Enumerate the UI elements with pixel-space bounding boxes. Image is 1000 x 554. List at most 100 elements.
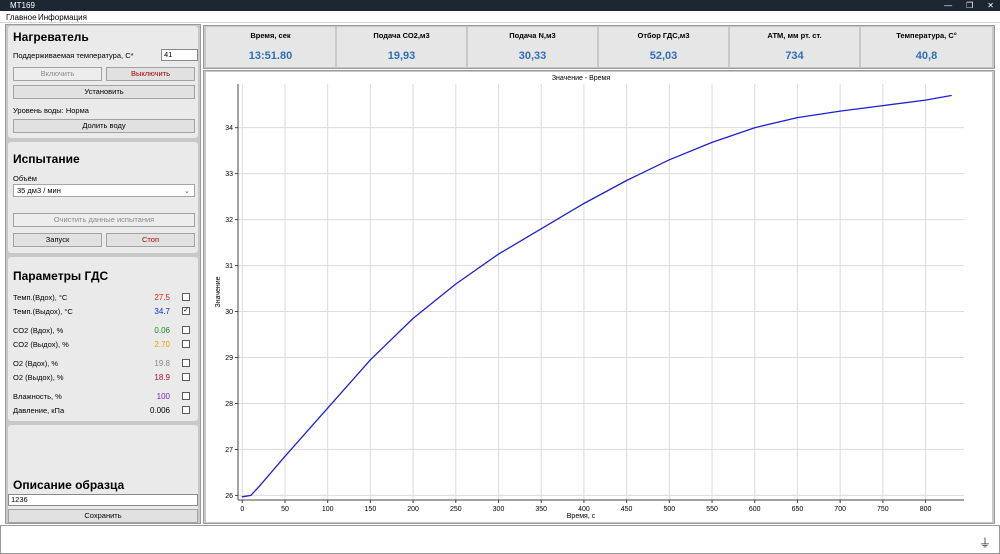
readout-value: 13:51.80 [248, 50, 293, 62]
data-point [540, 228, 542, 230]
x-tick-label: 100 [322, 506, 334, 513]
heater-set-button[interactable]: Установить [13, 85, 195, 99]
x-tick-label: 700 [834, 506, 846, 513]
save-button[interactable]: Сохранить [8, 509, 198, 523]
heater-enable-button[interactable]: Включить [13, 67, 102, 81]
param-checkbox[interactable] [182, 406, 190, 414]
readout-header: АТМ, мм рт. ст. [767, 31, 822, 40]
data-point [455, 283, 457, 285]
data-point [950, 94, 952, 97]
window-title: MT169 [10, 1, 35, 10]
param-label: Темп.(Вдох), °С [13, 293, 68, 302]
series-line [242, 94, 952, 498]
x-tick-label: 550 [706, 506, 718, 513]
readout-header: Отбор ГДС,м3 [637, 31, 690, 40]
chart-area: Значение - Время 0 50 100 150 200 250 300 350 400… [206, 72, 992, 522]
plug-icon: ⏚ [978, 536, 991, 550]
data-point [250, 494, 252, 497]
water-level-status: Уровень воды: Норма [13, 106, 89, 115]
check-icon: ✓ [183, 307, 189, 314]
data-point [626, 179, 628, 182]
x-tick-label: 300 [493, 506, 505, 513]
y-tick-label: 34 [225, 125, 233, 132]
gds-title: Параметры ГДС [13, 269, 109, 283]
readout-header: Подача СО2,м3 [373, 31, 430, 40]
sample-description-input[interactable]: 1236 [8, 494, 198, 506]
data-point [796, 116, 799, 119]
readout-atm: АТМ, мм рт. ст. 734 [730, 27, 859, 67]
readout-value: 40,8 [915, 50, 938, 62]
y-tick-label: 29 [225, 355, 233, 362]
x-tick-label: 650 [792, 506, 804, 513]
heater-group: Нагреватель Поддерживаемая температура, … [8, 26, 198, 138]
volume-label: Объём [13, 174, 37, 183]
close-button[interactable]: ✕ [987, 0, 994, 11]
readout-header: Подача N,м3 [509, 31, 556, 40]
param-checkbox[interactable] [182, 373, 190, 381]
x-axis-label: Время, с [567, 513, 596, 520]
data-point [711, 141, 713, 143]
readout-time: Время, сек 13:51.80 [206, 27, 335, 67]
param-value: 27.5 [154, 293, 170, 302]
param-value: 0.06 [154, 326, 170, 335]
param-value: 100 [156, 392, 170, 401]
sample-title: Описание образца [13, 478, 125, 492]
x-tick-label: 50 [281, 506, 289, 513]
volume-select-value: 35 дм3 / мин [17, 186, 61, 195]
menu-item-info[interactable]: Информация [38, 13, 87, 22]
y-tick-label: 31 [225, 263, 233, 270]
y-tick-label: 28 [225, 401, 233, 408]
y-tick-label: 26 [225, 493, 233, 500]
readout-header: Температура, С° [896, 31, 957, 40]
y-tick-label: 33 [225, 171, 233, 178]
readout-gds-intake: Отбор ГДС,м3 52,03 [599, 27, 728, 67]
readout-value: 52,03 [649, 50, 678, 62]
value-time-chart: Значение - Время 0 50 100 150 200 250 300 350 400… [215, 75, 964, 520]
volume-select[interactable]: 35 дм3 / мин ⌄ [13, 184, 195, 197]
param-checkbox[interactable] [182, 340, 190, 348]
chevron-down-icon: ⌄ [183, 186, 190, 195]
clear-test-data-button[interactable]: Очистить данные испытания [13, 213, 195, 227]
param-value: 18.9 [154, 373, 170, 382]
menu-bar: Главное Информация [0, 11, 1000, 23]
x-tick-label: 450 [621, 506, 633, 513]
heater-temp-input[interactable]: 41 [161, 49, 198, 61]
param-value: 19.8 [154, 359, 170, 368]
window-controls: — ❐ ✕ [944, 0, 994, 11]
param-checkbox[interactable] [182, 293, 190, 301]
start-button[interactable]: Запуск [13, 233, 102, 247]
x-tick-label: 350 [535, 506, 547, 513]
chart-title: Значение - Время [552, 75, 611, 82]
readout-header: Время, сек [250, 31, 291, 40]
param-checkbox[interactable] [182, 359, 190, 367]
chart-panel: Значение - Время 0 50 100 150 200 250 300 350 400… [203, 70, 995, 524]
x-tick-label: 150 [365, 506, 377, 513]
x-tick-label: 250 [450, 506, 462, 513]
menu-item-main[interactable]: Главное [6, 13, 37, 22]
y-axis-label: Значение [215, 276, 222, 307]
readout-value: 734 [785, 50, 804, 62]
param-label: СО2 (Вдох), % [13, 326, 64, 335]
param-label: Влажность, % [13, 392, 62, 401]
param-checkbox[interactable] [182, 392, 190, 400]
x-tick-label: 200 [407, 506, 419, 513]
add-water-button[interactable]: Долить воду [13, 119, 195, 133]
heater-disable-button[interactable]: Выключить [106, 67, 195, 81]
param-value: 2.70 [154, 340, 170, 349]
maximize-button[interactable]: ❐ [966, 0, 973, 11]
readout-n-supply: Подача N,м3 30,33 [468, 27, 597, 67]
minimize-button[interactable]: — [944, 0, 952, 11]
stop-button[interactable]: Стоп [106, 233, 195, 247]
param-value: 34.7 [154, 307, 170, 316]
param-checkbox[interactable]: ✓ [182, 307, 190, 315]
data-point [241, 496, 243, 498]
data-point [497, 253, 500, 255]
param-checkbox[interactable] [182, 326, 190, 334]
param-label: Темп.(Выдох), °С [13, 307, 73, 316]
x-tick-label: 600 [749, 506, 761, 513]
x-tick-label: 800 [920, 506, 932, 513]
data-point [668, 159, 670, 161]
readout-value: 30,33 [518, 50, 547, 62]
gds-params-group: Параметры ГДС Темп.(Вдох), °С 27.5 Темп.… [8, 257, 198, 421]
data-point [924, 99, 927, 101]
